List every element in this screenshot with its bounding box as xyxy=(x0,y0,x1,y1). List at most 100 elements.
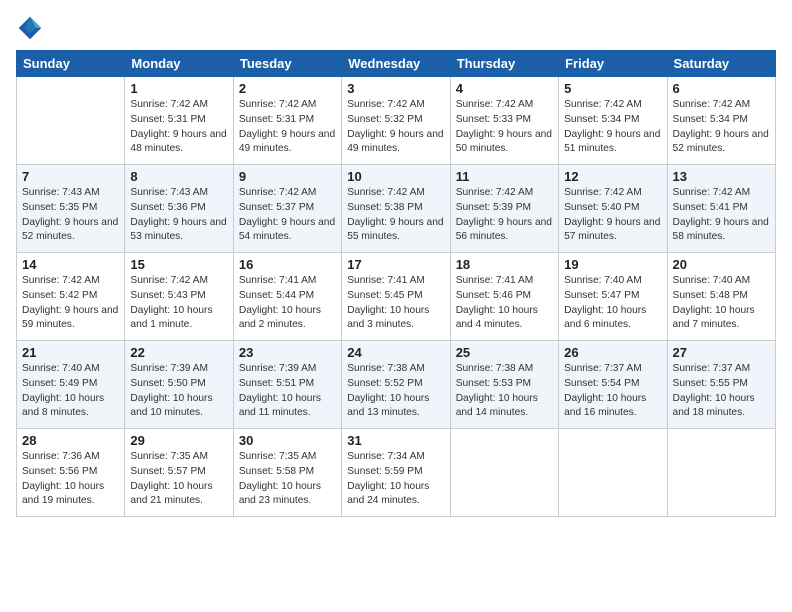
calendar-cell: 13 Sunrise: 7:42 AM Sunset: 5:41 PM Dayli… xyxy=(667,165,775,253)
day-detail: Sunrise: 7:36 AM Sunset: 5:56 PM Dayligh… xyxy=(22,450,119,509)
day-detail: Sunrise: 7:42 AM Sunset: 5:33 PM Dayligh… xyxy=(456,98,553,157)
day-detail: Sunrise: 7:42 AM Sunset: 5:32 PM Dayligh… xyxy=(347,98,444,157)
day-number: 5 xyxy=(564,81,661,96)
calendar-cell: 6 Sunrise: 7:42 AM Sunset: 5:34 PM Daylig… xyxy=(667,77,775,165)
calendar-cell: 26 Sunrise: 7:37 AM Sunset: 5:54 PM Dayli… xyxy=(559,341,667,429)
calendar-cell: 14 Sunrise: 7:42 AM Sunset: 5:42 PM Dayli… xyxy=(17,253,125,341)
calendar-table: SundayMondayTuesdayWednesdayThursdayFrid… xyxy=(16,50,776,517)
day-detail: Sunrise: 7:40 AM Sunset: 5:47 PM Dayligh… xyxy=(564,274,661,333)
calendar-cell: 10 Sunrise: 7:42 AM Sunset: 5:38 PM Dayli… xyxy=(342,165,450,253)
weekday-header-thursday: Thursday xyxy=(450,51,558,77)
day-detail: Sunrise: 7:39 AM Sunset: 5:50 PM Dayligh… xyxy=(130,362,227,421)
day-detail: Sunrise: 7:42 AM Sunset: 5:41 PM Dayligh… xyxy=(673,186,770,245)
day-number: 13 xyxy=(673,169,770,184)
calendar-cell: 22 Sunrise: 7:39 AM Sunset: 5:50 PM Dayli… xyxy=(125,341,233,429)
calendar-cell: 9Sunrise: 7:42 AM Sunset: 5:37 PM Daylig… xyxy=(233,165,341,253)
calendar-cell: 2Sunrise: 7:42 AM Sunset: 5:31 PM Daylig… xyxy=(233,77,341,165)
day-detail: Sunrise: 7:40 AM Sunset: 5:48 PM Dayligh… xyxy=(673,274,770,333)
calendar-cell: 31 Sunrise: 7:34 AM Sunset: 5:59 PM Dayli… xyxy=(342,429,450,517)
page: SundayMondayTuesdayWednesdayThursdayFrid… xyxy=(0,0,792,612)
weekday-header-row: SundayMondayTuesdayWednesdayThursdayFrid… xyxy=(17,51,776,77)
day-detail: Sunrise: 7:42 AM Sunset: 5:31 PM Dayligh… xyxy=(239,98,336,157)
calendar-cell: 8 Sunrise: 7:43 AM Sunset: 5:36 PM Daylig… xyxy=(125,165,233,253)
weekday-header-tuesday: Tuesday xyxy=(233,51,341,77)
calendar-cell: 29Sunrise: 7:35 AM Sunset: 5:57 PM Dayli… xyxy=(125,429,233,517)
day-number: 16 xyxy=(239,257,336,272)
day-detail: Sunrise: 7:43 AM Sunset: 5:36 PM Dayligh… xyxy=(130,186,227,245)
week-row-3: 14 Sunrise: 7:42 AM Sunset: 5:42 PM Dayli… xyxy=(17,253,776,341)
day-detail: Sunrise: 7:43 AM Sunset: 5:35 PM Dayligh… xyxy=(22,186,119,245)
day-number: 25 xyxy=(456,345,553,360)
calendar-cell: 11Sunrise: 7:42 AM Sunset: 5:39 PM Dayli… xyxy=(450,165,558,253)
day-detail: Sunrise: 7:42 AM Sunset: 5:38 PM Dayligh… xyxy=(347,186,444,245)
calendar-cell: 3 Sunrise: 7:42 AM Sunset: 5:32 PM Daylig… xyxy=(342,77,450,165)
day-number: 17 xyxy=(347,257,444,272)
day-number: 6 xyxy=(673,81,770,96)
day-detail: Sunrise: 7:41 AM Sunset: 5:46 PM Dayligh… xyxy=(456,274,553,333)
calendar-cell: 16 Sunrise: 7:41 AM Sunset: 5:44 PM Dayli… xyxy=(233,253,341,341)
day-number: 10 xyxy=(347,169,444,184)
weekday-header-wednesday: Wednesday xyxy=(342,51,450,77)
day-number: 7 xyxy=(22,169,119,184)
day-number: 1 xyxy=(130,81,227,96)
day-number: 8 xyxy=(130,169,227,184)
logo xyxy=(16,14,48,42)
day-detail: Sunrise: 7:37 AM Sunset: 5:55 PM Dayligh… xyxy=(673,362,770,421)
day-detail: Sunrise: 7:42 AM Sunset: 5:34 PM Dayligh… xyxy=(564,98,661,157)
calendar-cell: 15 Sunrise: 7:42 AM Sunset: 5:43 PM Dayli… xyxy=(125,253,233,341)
calendar-cell: 21 Sunrise: 7:40 AM Sunset: 5:49 PM Dayli… xyxy=(17,341,125,429)
day-detail: Sunrise: 7:41 AM Sunset: 5:44 PM Dayligh… xyxy=(239,274,336,333)
day-detail: Sunrise: 7:42 AM Sunset: 5:34 PM Dayligh… xyxy=(673,98,770,157)
calendar-cell: 19 Sunrise: 7:40 AM Sunset: 5:47 PM Dayli… xyxy=(559,253,667,341)
day-number: 21 xyxy=(22,345,119,360)
day-number: 23 xyxy=(239,345,336,360)
day-number: 28 xyxy=(22,433,119,448)
day-number: 26 xyxy=(564,345,661,360)
day-number: 29 xyxy=(130,433,227,448)
calendar-cell: 27 Sunrise: 7:37 AM Sunset: 5:55 PM Dayli… xyxy=(667,341,775,429)
calendar-cell: 23 Sunrise: 7:39 AM Sunset: 5:51 PM Dayli… xyxy=(233,341,341,429)
calendar-cell xyxy=(450,429,558,517)
day-detail: Sunrise: 7:42 AM Sunset: 5:42 PM Dayligh… xyxy=(22,274,119,333)
day-number: 20 xyxy=(673,257,770,272)
weekday-header-sunday: Sunday xyxy=(17,51,125,77)
day-number: 24 xyxy=(347,345,444,360)
logo-icon xyxy=(16,14,44,42)
weekday-header-friday: Friday xyxy=(559,51,667,77)
calendar-cell: 20 Sunrise: 7:40 AM Sunset: 5:48 PM Dayli… xyxy=(667,253,775,341)
week-row-1: 1 Sunrise: 7:42 AM Sunset: 5:31 PM Daylig… xyxy=(17,77,776,165)
day-detail: Sunrise: 7:42 AM Sunset: 5:40 PM Dayligh… xyxy=(564,186,661,245)
day-number: 15 xyxy=(130,257,227,272)
calendar-cell: 5 Sunrise: 7:42 AM Sunset: 5:34 PM Daylig… xyxy=(559,77,667,165)
weekday-header-saturday: Saturday xyxy=(667,51,775,77)
day-detail: Sunrise: 7:42 AM Sunset: 5:31 PM Dayligh… xyxy=(130,98,227,157)
day-number: 31 xyxy=(347,433,444,448)
calendar-cell xyxy=(17,77,125,165)
day-number: 30 xyxy=(239,433,336,448)
day-number: 18 xyxy=(456,257,553,272)
day-detail: Sunrise: 7:40 AM Sunset: 5:49 PM Dayligh… xyxy=(22,362,119,421)
calendar-cell xyxy=(667,429,775,517)
day-number: 9 xyxy=(239,169,336,184)
day-number: 4 xyxy=(456,81,553,96)
day-number: 12 xyxy=(564,169,661,184)
day-detail: Sunrise: 7:37 AM Sunset: 5:54 PM Dayligh… xyxy=(564,362,661,421)
day-detail: Sunrise: 7:38 AM Sunset: 5:52 PM Dayligh… xyxy=(347,362,444,421)
day-number: 22 xyxy=(130,345,227,360)
calendar-cell: 25 Sunrise: 7:38 AM Sunset: 5:53 PM Dayli… xyxy=(450,341,558,429)
day-detail: Sunrise: 7:39 AM Sunset: 5:51 PM Dayligh… xyxy=(239,362,336,421)
calendar-cell: 28 Sunrise: 7:36 AM Sunset: 5:56 PM Dayli… xyxy=(17,429,125,517)
day-number: 3 xyxy=(347,81,444,96)
week-row-2: 7 Sunrise: 7:43 AM Sunset: 5:35 PM Daylig… xyxy=(17,165,776,253)
calendar-cell: 30Sunrise: 7:35 AM Sunset: 5:58 PM Dayli… xyxy=(233,429,341,517)
day-number: 19 xyxy=(564,257,661,272)
day-detail: Sunrise: 7:42 AM Sunset: 5:43 PM Dayligh… xyxy=(130,274,227,333)
week-row-4: 21 Sunrise: 7:40 AM Sunset: 5:49 PM Dayli… xyxy=(17,341,776,429)
day-detail: Sunrise: 7:38 AM Sunset: 5:53 PM Dayligh… xyxy=(456,362,553,421)
day-number: 14 xyxy=(22,257,119,272)
day-detail: Sunrise: 7:42 AM Sunset: 5:39 PM Dayligh… xyxy=(456,186,553,245)
day-number: 27 xyxy=(673,345,770,360)
calendar-cell: 17Sunrise: 7:41 AM Sunset: 5:45 PM Dayli… xyxy=(342,253,450,341)
day-detail: Sunrise: 7:34 AM Sunset: 5:59 PM Dayligh… xyxy=(347,450,444,509)
calendar-cell: 12 Sunrise: 7:42 AM Sunset: 5:40 PM Dayli… xyxy=(559,165,667,253)
